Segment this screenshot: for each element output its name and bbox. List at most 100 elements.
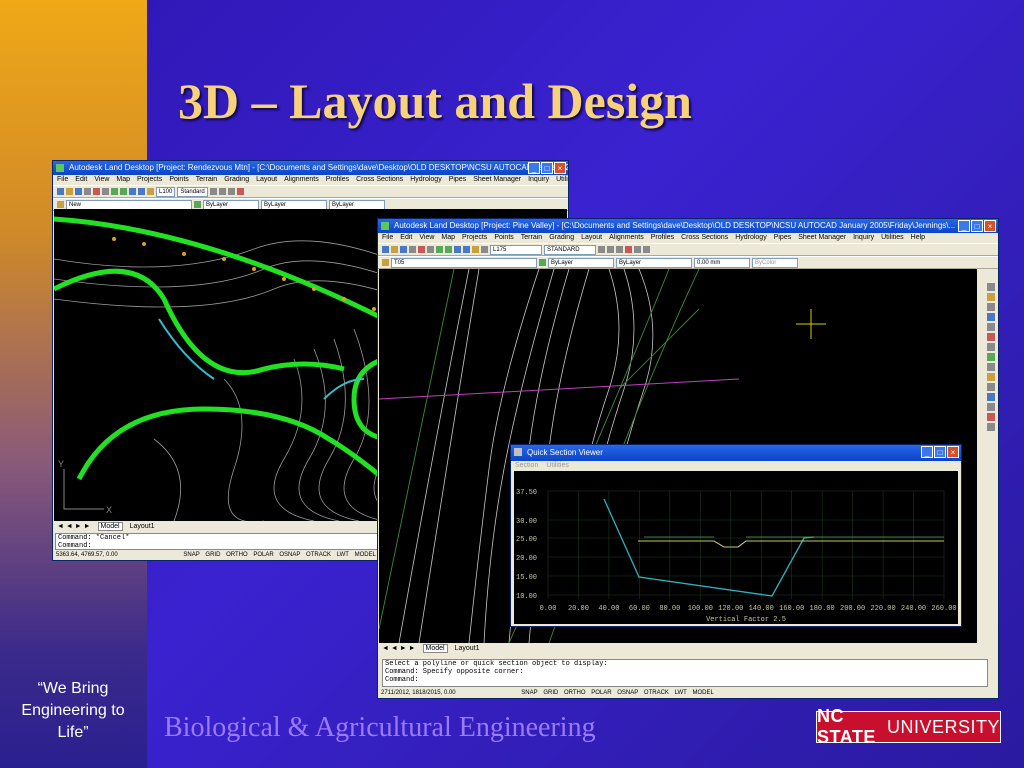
status-lwt[interactable]: LWT [337, 552, 349, 558]
menu-grading[interactable]: Grading [224, 176, 249, 183]
menu-inquiry[interactable]: Inquiry [853, 234, 874, 241]
redo-icon[interactable] [445, 246, 452, 253]
menu-cross-sections[interactable]: Cross Sections [356, 176, 403, 183]
hatch-icon[interactable] [987, 403, 995, 411]
layer-state-combo[interactable]: T05 [391, 257, 537, 268]
tab-nav-arrows[interactable]: ◄ ◄ ► ► [382, 645, 416, 652]
polyline-icon[interactable] [218, 188, 226, 195]
undo-icon[interactable] [436, 246, 443, 253]
new-icon[interactable] [57, 188, 64, 195]
layer-manager-icon[interactable] [57, 201, 64, 208]
menu-section[interactable]: Section [515, 462, 538, 469]
tab-nav-arrows[interactable]: ◄ ◄ ► ► [57, 523, 91, 530]
open-icon[interactable] [391, 246, 398, 253]
arc-icon[interactable] [625, 246, 632, 253]
menu-layout[interactable]: Layout [256, 176, 277, 183]
menu-projects[interactable]: Projects [137, 176, 162, 183]
new-icon[interactable] [382, 246, 389, 253]
draw-spline-icon[interactable] [987, 353, 995, 361]
menu-projects[interactable]: Projects [462, 234, 487, 241]
tab-model[interactable]: Model [422, 644, 448, 653]
arc-icon[interactable] [236, 188, 244, 195]
menu-utilities[interactable]: Utilities [881, 234, 904, 241]
table-icon[interactable] [987, 423, 995, 431]
polyline-icon[interactable] [607, 246, 614, 253]
status-osnap[interactable]: OSNAP [617, 690, 638, 696]
plot-style-combo[interactable]: ByColor [752, 257, 798, 268]
save-icon[interactable] [400, 246, 407, 253]
restore-button[interactable]: □ [971, 220, 983, 232]
tab-model[interactable]: Model [97, 522, 123, 531]
menu-alignments[interactable]: Alignments [609, 234, 644, 241]
close-button[interactable]: × [554, 162, 566, 174]
draw-rectangle-icon[interactable] [987, 323, 995, 331]
text-style-combo[interactable]: Standard [177, 186, 208, 197]
hatch-icon[interactable] [634, 246, 641, 253]
pan-icon[interactable] [454, 246, 461, 253]
line-icon[interactable] [598, 246, 605, 253]
make-current-icon[interactable] [539, 259, 546, 266]
window1-titlebar[interactable]: Autodesk Land Desktop [Project: Rendezvo… [53, 161, 568, 175]
menu-view[interactable]: View [94, 176, 109, 183]
status-snap[interactable]: SNAP [521, 690, 537, 696]
insert-block-icon[interactable] [987, 373, 995, 381]
menu-hydrology[interactable]: Hydrology [410, 176, 442, 183]
color-combo[interactable]: ByLayer [548, 257, 614, 268]
menu-utilities[interactable]: Utilities [556, 176, 568, 183]
properties-icon[interactable] [147, 188, 154, 195]
redo-icon[interactable] [120, 188, 127, 195]
status-otrack[interactable]: OTRACK [306, 552, 331, 558]
status-lwt[interactable]: LWT [675, 690, 687, 696]
properties-icon[interactable] [472, 246, 479, 253]
menu-sheet-manager[interactable]: Sheet Manager [798, 234, 846, 241]
status-ortho[interactable]: ORTHO [564, 690, 586, 696]
cut-icon[interactable] [93, 188, 100, 195]
draw-polyline-icon[interactable] [987, 303, 995, 311]
design-center-icon[interactable] [481, 246, 488, 253]
layer-manager-icon[interactable] [382, 259, 389, 266]
menu-pipes[interactable]: Pipes [774, 234, 792, 241]
open-icon[interactable] [66, 188, 73, 195]
lineweight-combo[interactable]: 0.00 mm [694, 257, 750, 268]
menu-edit[interactable]: Edit [400, 234, 412, 241]
menu-edit[interactable]: Edit [75, 176, 87, 183]
draw-circle-icon[interactable] [987, 343, 995, 351]
menu-inquiry[interactable]: Inquiry [528, 176, 549, 183]
text-style-combo[interactable]: STANDARD [544, 244, 596, 255]
draw-line-icon[interactable] [987, 283, 995, 291]
menu-terrain[interactable]: Terrain [521, 234, 542, 241]
region-icon[interactable] [987, 413, 995, 421]
menu-alignments[interactable]: Alignments [284, 176, 319, 183]
linetype-combo[interactable]: ByLayer [261, 199, 327, 210]
menu-view[interactable]: View [419, 234, 434, 241]
minimize-button[interactable]: _ [528, 162, 540, 174]
draw-ellipse-icon[interactable] [987, 363, 995, 371]
status-model[interactable]: MODEL [693, 690, 714, 696]
print-icon[interactable] [84, 188, 91, 195]
menu-grading[interactable]: Grading [549, 234, 574, 241]
layer-combo[interactable]: L175 [490, 244, 542, 255]
line-icon[interactable] [209, 188, 217, 195]
copy-icon[interactable] [427, 246, 434, 253]
make-block-icon[interactable] [987, 383, 995, 391]
text-icon[interactable] [643, 246, 650, 253]
save-icon[interactable] [75, 188, 82, 195]
tab-layout1[interactable]: Layout1 [130, 523, 155, 530]
status-osnap[interactable]: OSNAP [279, 552, 300, 558]
restore-button[interactable]: □ [541, 162, 553, 174]
linetype-combo[interactable]: ByLayer [616, 257, 692, 268]
undo-icon[interactable] [111, 188, 118, 195]
menu-file[interactable]: File [382, 234, 393, 241]
menu-map[interactable]: Map [441, 234, 455, 241]
status-polar[interactable]: POLAR [253, 552, 273, 558]
window2-titlebar[interactable]: Autodesk Land Desktop [Project: Pine Val… [378, 219, 998, 233]
status-grid[interactable]: GRID [543, 690, 558, 696]
menu-profiles[interactable]: Profiles [326, 176, 349, 183]
lineweight-combo[interactable]: ByLayer [329, 199, 385, 210]
circle-icon[interactable] [227, 188, 235, 195]
draw-arc-icon[interactable] [987, 333, 995, 341]
menu-layout[interactable]: Layout [581, 234, 602, 241]
menu-points[interactable]: Points [494, 234, 513, 241]
point-icon[interactable] [987, 393, 995, 401]
print-icon[interactable] [409, 246, 416, 253]
